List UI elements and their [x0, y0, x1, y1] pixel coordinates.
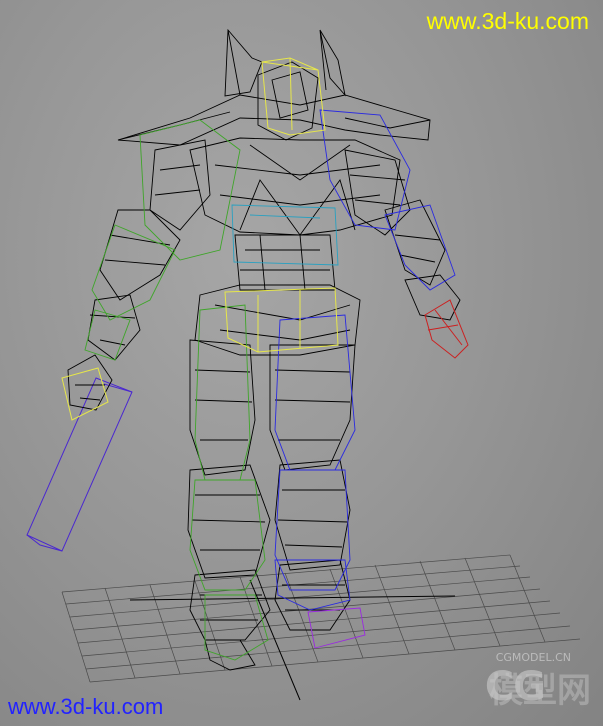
blue-bones [274, 109, 456, 611]
watermark-top: www.3d-ku.com [426, 8, 589, 34]
3d-viewport[interactable]: www.3d-ku.com www.3d-ku.com CGMODEL.CN C… [0, 0, 603, 726]
purple-foot [307, 607, 366, 649]
robot-mesh [67, 28, 461, 671]
cg-logo-chinese: 模型网 [489, 671, 591, 711]
wireframe-scene [26, 28, 581, 701]
yellow-bones [61, 57, 339, 421]
sword-bone [26, 377, 133, 552]
red-hand [424, 299, 469, 359]
watermark-bottom: www.3d-ku.com [8, 694, 164, 719]
